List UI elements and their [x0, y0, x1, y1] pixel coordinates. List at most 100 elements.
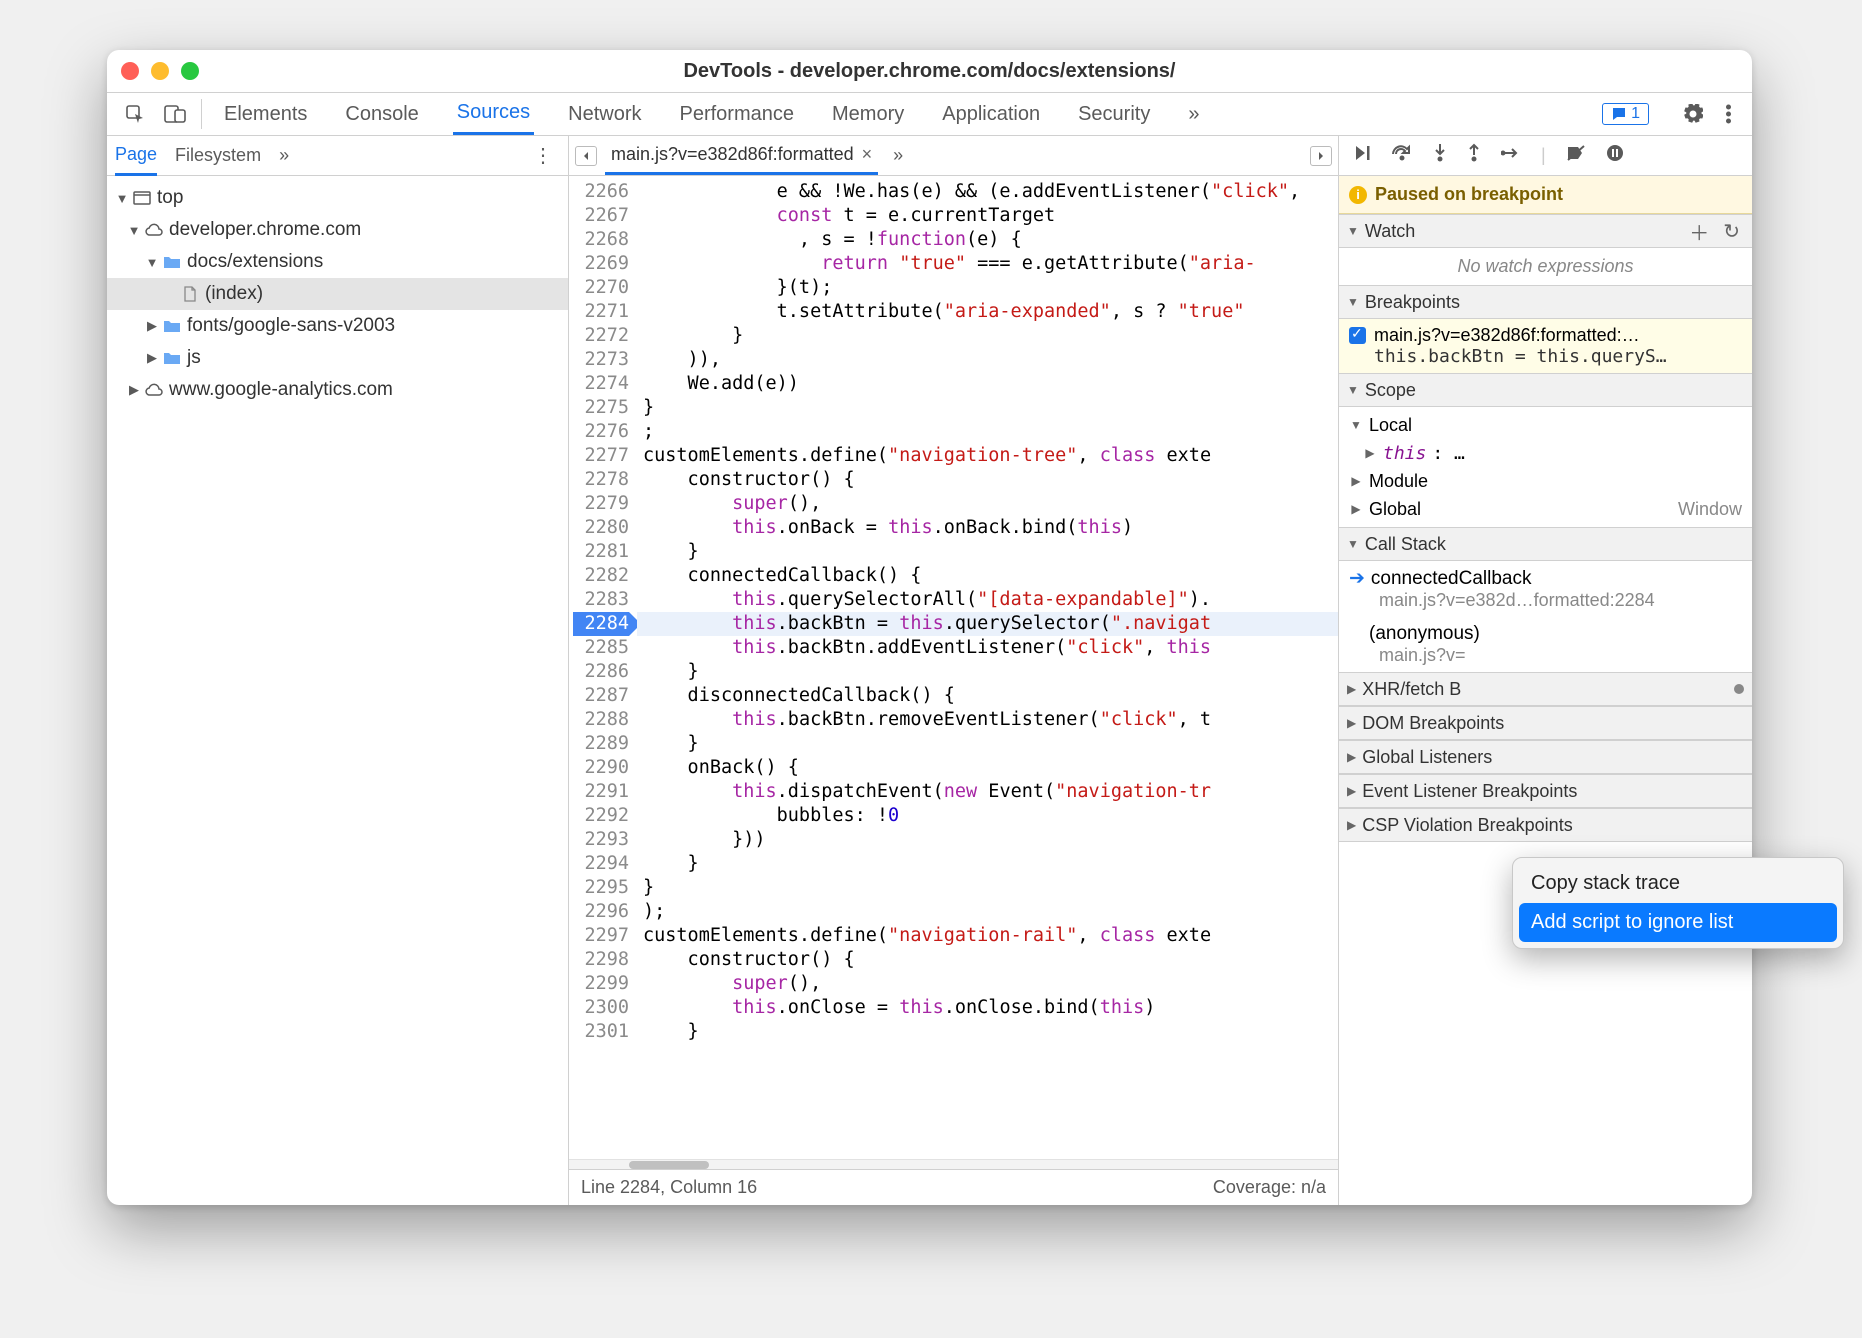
editor-tab-label: main.js?v=e382d86f:formatted	[611, 144, 854, 165]
tab-elements[interactable]: Elements	[220, 93, 311, 135]
breakpoint-preview: this.backBtn = this.queryS…	[1349, 346, 1742, 367]
stack-frame-1[interactable]: (anonymous) main.js?v=	[1339, 617, 1752, 672]
tree-origin-2[interactable]: www.google-analytics.com	[107, 374, 568, 406]
file-tree[interactable]: top developer.chrome.com docs/extensions…	[107, 176, 568, 1205]
tab-console[interactable]: Console	[341, 93, 422, 135]
section-callstack[interactable]: ▼Call Stack	[1339, 527, 1752, 561]
editor-pane: main.js?v=e382d86f:formatted × 226622672…	[569, 136, 1339, 1205]
breakpoint-title: main.js?v=e382d86f:formatted:…	[1374, 325, 1640, 346]
tree-origin-1-label: developer.chrome.com	[169, 219, 361, 241]
folder-icon	[161, 255, 183, 269]
tab-memory[interactable]: Memory	[828, 93, 908, 135]
navigator-menu-icon[interactable]: ⋮	[527, 143, 560, 168]
show-debugger-icon[interactable]	[1310, 146, 1332, 166]
window-title: DevTools - developer.chrome.com/docs/ext…	[107, 60, 1752, 83]
pause-on-exceptions-icon[interactable]	[1606, 144, 1624, 167]
section-scope[interactable]: ▼Scope	[1339, 373, 1752, 407]
tree-file-index-label: (index)	[205, 283, 263, 305]
navtab-filesystem[interactable]: Filesystem	[175, 136, 261, 176]
line-gutter[interactable]: 2266226722682269227022712272227322742275…	[569, 176, 637, 1159]
horizontal-scrollbar[interactable]	[569, 1159, 1338, 1169]
tree-file-index[interactable]: (index)	[107, 278, 568, 310]
coverage-status: Coverage: n/a	[1213, 1177, 1326, 1198]
show-navigator-icon[interactable]	[575, 146, 597, 166]
cloud-icon	[143, 383, 165, 397]
scope-this[interactable]: ▶this: …	[1349, 439, 1742, 467]
paused-label: Paused on breakpoint	[1375, 184, 1563, 205]
more-navtabs-icon[interactable]	[279, 136, 289, 176]
tree-folder-1-label: docs/extensions	[187, 251, 323, 273]
tree-folder-2-label: fonts/google-sans-v2003	[187, 315, 395, 337]
step-out-icon[interactable]	[1467, 143, 1481, 168]
scope-content: ▼Local ▶this: … ▶Module ▶GlobalWindow	[1339, 407, 1752, 527]
scope-module[interactable]: ▶Module	[1349, 467, 1742, 495]
window-icon	[131, 191, 153, 205]
resume-icon[interactable]	[1353, 144, 1371, 167]
callstack-content: ➔connectedCallback main.js?v=e382d…forma…	[1339, 561, 1752, 672]
issues-badge[interactable]: 1	[1602, 103, 1649, 125]
tree-folder-3-label: js	[187, 347, 201, 369]
section-event-listener-bp[interactable]: ▶Event Listener Breakpoints	[1339, 774, 1752, 808]
step-over-icon[interactable]	[1391, 144, 1413, 167]
paused-banner: i Paused on breakpoint	[1339, 176, 1752, 214]
watch-empty: No watch expressions	[1339, 248, 1752, 285]
tab-performance[interactable]: Performance	[676, 93, 799, 135]
section-xhr[interactable]: ▶XHR/fetch B	[1339, 672, 1752, 706]
panel-tabs: Elements Console Sources Network Perform…	[208, 93, 1215, 135]
breakpoint-checkbox[interactable]	[1349, 327, 1366, 344]
context-menu[interactable]: Copy stack trace Add script to ignore li…	[1512, 857, 1844, 949]
deactivate-breakpoints-icon[interactable]	[1566, 144, 1586, 167]
section-breakpoints[interactable]: ▼Breakpoints	[1339, 285, 1752, 319]
scrollbar-thumb[interactable]	[629, 1161, 709, 1169]
menu-copy-stack-trace[interactable]: Copy stack trace	[1519, 864, 1837, 903]
kebab-menu-icon[interactable]	[1716, 104, 1740, 124]
tab-security[interactable]: Security	[1074, 93, 1154, 135]
scope-global[interactable]: ▶GlobalWindow	[1349, 495, 1742, 523]
tree-folder-1[interactable]: docs/extensions	[107, 246, 568, 278]
tree-origin-1[interactable]: developer.chrome.com	[107, 214, 568, 246]
tab-network[interactable]: Network	[564, 93, 645, 135]
stack-frame-0[interactable]: ➔connectedCallback main.js?v=e382d…forma…	[1339, 561, 1752, 617]
navtab-page[interactable]: Page	[115, 136, 157, 176]
cloud-icon	[143, 223, 165, 237]
step-icon[interactable]	[1501, 144, 1521, 167]
source-code[interactable]: e && !We.has(e) && (e.addEventListener("…	[637, 176, 1338, 1159]
device-toolbar-icon[interactable]	[155, 93, 195, 135]
close-tab-icon[interactable]: ×	[862, 144, 873, 165]
editor-statusbar: Line 2284, Column 16 Coverage: n/a	[569, 1169, 1338, 1205]
titlebar: DevTools - developer.chrome.com/docs/ext…	[107, 50, 1752, 92]
tab-application[interactable]: Application	[938, 93, 1044, 135]
devtools-window: DevTools - developer.chrome.com/docs/ext…	[107, 50, 1752, 1205]
refresh-watch-icon[interactable]: ↻	[1719, 219, 1744, 244]
section-csp-bp[interactable]: ▶CSP Violation Breakpoints	[1339, 808, 1752, 842]
scope-local[interactable]: ▼Local	[1349, 411, 1742, 439]
debugger-toolbar: |	[1339, 136, 1752, 176]
code-editor[interactable]: 2266226722682269227022712272227322742275…	[569, 176, 1338, 1159]
section-watch[interactable]: ▼Watch ＋ ↻	[1339, 214, 1752, 248]
editor-tabbar: main.js?v=e382d86f:formatted ×	[569, 136, 1338, 176]
info-icon: i	[1349, 186, 1367, 204]
tree-folder-3[interactable]: js	[107, 342, 568, 374]
tree-folder-2[interactable]: fonts/google-sans-v2003	[107, 310, 568, 342]
issues-count: 1	[1631, 105, 1640, 123]
inspect-element-icon[interactable]	[115, 93, 155, 135]
document-icon	[179, 286, 201, 302]
step-into-icon[interactable]	[1433, 143, 1447, 168]
navigator-pane: Page Filesystem ⋮ top developer.chrome.c…	[107, 136, 569, 1205]
section-dom[interactable]: ▶DOM Breakpoints	[1339, 706, 1752, 740]
tab-sources[interactable]: Sources	[453, 93, 534, 135]
tree-top[interactable]: top	[107, 182, 568, 214]
section-global-listeners[interactable]: ▶Global Listeners	[1339, 740, 1752, 774]
settings-gear-icon[interactable]	[1678, 104, 1708, 124]
more-tabs-icon[interactable]: »	[1184, 93, 1203, 135]
editor-tab-main[interactable]: main.js?v=e382d86f:formatted ×	[605, 136, 878, 175]
breakpoint-item[interactable]: main.js?v=e382d86f:formatted:… this.back…	[1339, 319, 1752, 373]
debugger-pane: | i Paused on breakpoint ▼Watch ＋ ↻ No w…	[1339, 136, 1752, 1205]
folder-icon	[161, 319, 183, 333]
more-editor-tabs-icon[interactable]	[886, 136, 910, 175]
main-tabbar: Elements Console Sources Network Perform…	[107, 92, 1752, 136]
separator	[201, 99, 202, 129]
menu-add-to-ignore-list[interactable]: Add script to ignore list	[1519, 903, 1837, 942]
add-watch-icon[interactable]: ＋	[1685, 217, 1713, 246]
tree-top-label: top	[157, 187, 183, 209]
